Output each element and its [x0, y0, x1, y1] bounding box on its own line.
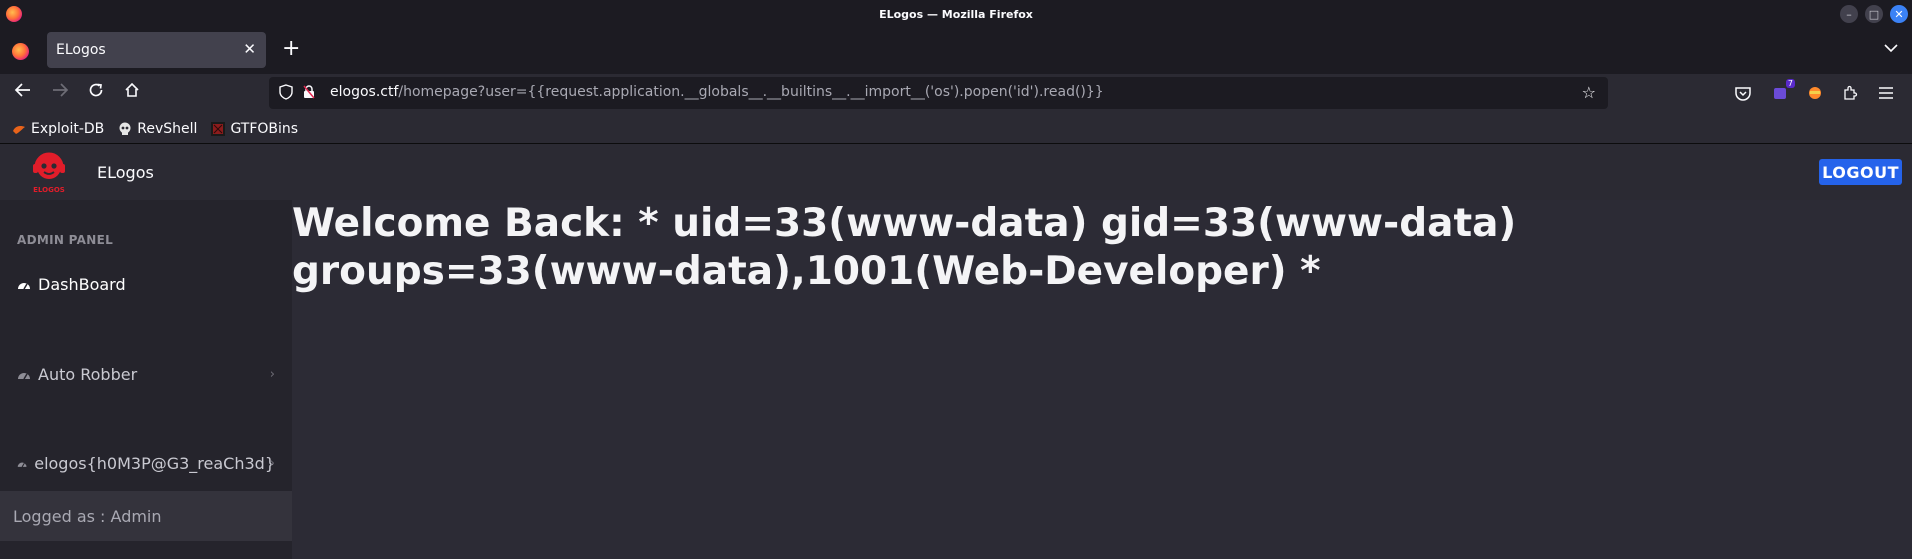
sidebar-item-auto-robber[interactable]: Auto Robber ›	[17, 365, 275, 384]
sidebar-heading: ADMIN PANEL	[17, 233, 114, 247]
sidebar: ADMIN PANEL DashBoard Auto Robber › elog…	[0, 200, 292, 559]
extension-fox-icon[interactable]	[1806, 84, 1824, 102]
pocket-icon[interactable]	[1734, 84, 1752, 102]
svg-text:ELOGOS: ELOGOS	[33, 186, 65, 194]
window-titlebar: ELogos — Mozilla Firefox – □ ✕	[0, 0, 1912, 28]
tab-elogos[interactable]: ELogos ✕	[47, 32, 266, 68]
sidebar-item-label: elogos{h0M3P@G3_reaCh3d}	[34, 454, 275, 473]
firefox-icon	[6, 6, 22, 22]
address-bar[interactable]: elogos.ctf/homepage?user={{request.appli…	[269, 77, 1608, 109]
url-host: elogos.ctf	[330, 84, 399, 100]
window-controls: – □ ✕	[1840, 5, 1908, 23]
lock-icon[interactable]	[303, 85, 315, 99]
dashboard-icon	[18, 372, 30, 379]
window-title: ELogos — Mozilla Firefox	[879, 7, 1033, 21]
app-header: ELOGOS ELogos LOGOUT	[0, 145, 1912, 200]
elogos-logo[interactable]: ELOGOS	[27, 151, 71, 195]
tab-title: ELogos	[56, 42, 106, 58]
skull-icon	[119, 122, 131, 135]
bookmark-exploit-db[interactable]: Exploit-DB	[12, 121, 104, 137]
bookmark-star-icon[interactable]: ☆	[1582, 83, 1596, 102]
chevron-right-icon: ›	[269, 367, 275, 382]
dashboard-icon	[18, 282, 30, 289]
sidebar-item-dashboard[interactable]: DashBoard	[17, 275, 275, 294]
close-window-icon[interactable]: ✕	[1890, 5, 1908, 23]
app-brand[interactable]: ELogos	[97, 163, 154, 182]
sidebar-item-flag[interactable]: elogos{h0M3P@G3_reaCh3d} ›	[17, 454, 275, 473]
extensions-puzzle-icon[interactable]	[1841, 84, 1859, 102]
logout-button[interactable]: LOGOUT	[1819, 159, 1902, 185]
bookmark-revshell[interactable]: RevShell	[118, 121, 197, 137]
home-icon[interactable]	[124, 82, 140, 102]
menu-hamburger-icon[interactable]	[1877, 84, 1895, 102]
minimize-icon[interactable]: –	[1840, 5, 1858, 23]
maximize-icon[interactable]: □	[1865, 5, 1883, 23]
new-tab-icon[interactable]: +	[282, 38, 300, 60]
list-all-tabs-icon[interactable]	[1884, 41, 1898, 57]
tracking-protection-icon[interactable]	[279, 84, 293, 100]
logged-as-footer: Logged as : Admin	[0, 491, 292, 541]
forward-icon[interactable]	[51, 82, 69, 102]
welcome-message: Welcome Back: * uid=33(www-data) gid=33(…	[292, 201, 1517, 294]
bookmarks-bar: Exploit-DB RevShell GTFOBins	[0, 114, 1912, 144]
gtfobins-icon	[211, 121, 226, 136]
firefox-view-icon[interactable]	[12, 43, 29, 60]
sidebar-item-label: Auto Robber	[38, 365, 138, 384]
chevron-right-icon: ›	[269, 456, 275, 471]
url-path: /homepage?user={{request.application.__g…	[398, 84, 1104, 100]
url-text[interactable]: elogos.ctf/homepage?user={{request.appli…	[330, 84, 1104, 100]
tab-strip: ELogos ✕ +	[0, 28, 1912, 74]
sidebar-item-label: DashBoard	[38, 275, 126, 294]
main-content: Welcome Back: * uid=33(www-data) gid=33(…	[292, 200, 1912, 559]
bookmark-label: GTFOBins	[230, 120, 299, 137]
extension-purple-icon[interactable]: 7	[1771, 79, 1795, 102]
bookmark-gtfobins[interactable]: GTFOBins	[211, 121, 298, 137]
bookmark-label: Exploit-DB	[31, 120, 105, 137]
reload-icon[interactable]	[88, 82, 104, 102]
back-icon[interactable]	[14, 82, 32, 102]
bookmark-label: RevShell	[137, 120, 198, 137]
extension-badge: 7	[1785, 79, 1795, 88]
exploit-db-icon	[13, 125, 25, 134]
dashboard-icon	[17, 462, 27, 467]
web-page: ELOGOS ELogos LOGOUT ADMIN PANEL DashBoa…	[0, 145, 1912, 559]
nav-toolbar: elogos.ctf/homepage?user={{request.appli…	[0, 74, 1912, 114]
tab-close-icon[interactable]: ✕	[243, 40, 256, 58]
